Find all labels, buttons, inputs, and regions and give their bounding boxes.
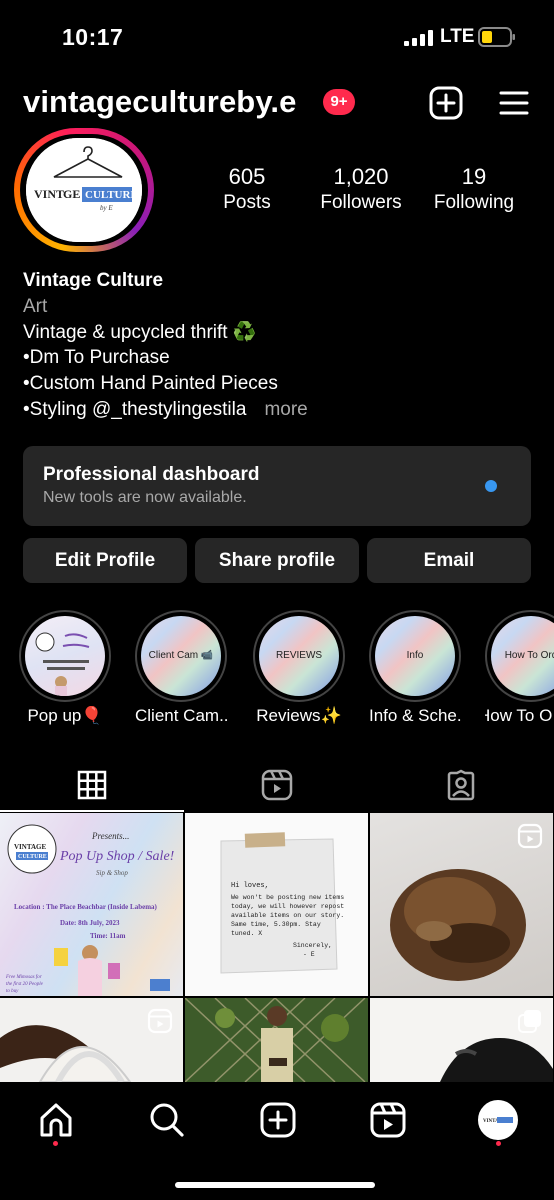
- flyer-location: Location : The Place Beachbar (Inside La…: [14, 903, 158, 911]
- vintage-culture-logo: VINT GE CULTURE by E: [26, 138, 142, 242]
- network-label: LTE: [440, 26, 475, 47]
- highlight-client-cam[interactable]: Client Cam 📹 Client Cam...: [135, 610, 227, 726]
- edit-profile-button[interactable]: Edit Profile: [23, 538, 187, 583]
- followers-count[interactable]: 1,020 Followers: [312, 164, 410, 214]
- profile-avatar[interactable]: VINT GE CULTURE by E: [14, 128, 154, 256]
- svg-text:GE: GE: [63, 187, 80, 201]
- profile-category: Art: [23, 295, 48, 317]
- svg-text:today, we will however repost: today, we will however repost: [231, 903, 344, 910]
- svg-text:- E: - E: [303, 951, 315, 958]
- flyer-time: Time: 11am: [90, 932, 126, 940]
- post-fur-hat-reel[interactable]: [370, 813, 553, 996]
- display-name: Vintage Culture: [23, 270, 164, 291]
- profile-bio: Vintage Culture Art Vintage & upcycled t…: [23, 268, 533, 423]
- username-switcher[interactable]: vintagecultureby.e: [23, 84, 296, 120]
- signal-icon: [404, 30, 433, 46]
- highlight-label: Reviews✨: [256, 706, 342, 725]
- svg-text:the first 20 People: the first 20 People: [6, 982, 44, 987]
- tab-tagged[interactable]: [369, 760, 553, 810]
- post-model-photo[interactable]: [185, 998, 368, 1082]
- svg-text:VINT: VINT: [34, 187, 64, 201]
- new-post-icon[interactable]: [258, 1100, 298, 1140]
- highlight-label: Client Cam...: [135, 706, 227, 725]
- highlight-cover: [35, 632, 90, 696]
- highlight-how-to-order[interactable]: How To Ord How To O: [485, 610, 554, 726]
- svg-text:CULTURE: CULTURE: [18, 854, 47, 860]
- profile-header: vintagecultureby.e 9+: [0, 82, 554, 126]
- svg-text:VINTAGE: VINTAGE: [14, 843, 46, 851]
- post-bag-reel[interactable]: [0, 998, 183, 1082]
- reel-badge-icon: [517, 823, 543, 849]
- profile-nav-avatar[interactable]: VINTAGE: [478, 1100, 518, 1140]
- profile-activity-dot: [496, 1141, 501, 1146]
- svg-text:tuned. X: tuned. X: [231, 930, 262, 937]
- reels-nav-icon[interactable]: [368, 1100, 408, 1140]
- active-tab-indicator: [0, 810, 184, 812]
- search-icon[interactable]: [147, 1100, 187, 1140]
- following-count[interactable]: 19 Following: [428, 164, 520, 214]
- post-handbag-carousel[interactable]: [370, 998, 553, 1082]
- dashboard-subtitle: New tools are now available.: [43, 489, 247, 506]
- flyer-subtitle: Sip & Shop: [96, 869, 128, 877]
- svg-text:Hi loves,: Hi loves,: [231, 882, 269, 890]
- svg-text:Free Mimosas for: Free Mimosas for: [5, 975, 42, 980]
- highlight-cover-text: REVIEWS: [275, 650, 323, 661]
- avatar-logo: VINT GE CULTURE by E: [26, 138, 142, 242]
- highlight-popup[interactable]: Pop up🎈: [19, 610, 111, 726]
- post-image: [185, 998, 368, 1082]
- svg-text:CULTURE: CULTURE: [85, 189, 138, 201]
- reels-icon: [261, 769, 293, 801]
- bio-line: •Dm To Purchase: [23, 347, 170, 369]
- tagged-person-icon: [447, 769, 475, 801]
- flyer-title: Pop Up Shop / Sale!: [59, 849, 175, 864]
- notification-badge[interactable]: 9+: [323, 89, 355, 115]
- profile-avatar-mini: VINTAGE: [483, 1117, 513, 1124]
- home-icon[interactable]: [36, 1100, 76, 1140]
- home-activity-dot: [53, 1141, 58, 1146]
- battery-icon: [478, 27, 515, 47]
- create-icon[interactable]: [429, 86, 463, 120]
- status-time: 10:17: [62, 24, 124, 50]
- carousel-badge-icon: [518, 1010, 541, 1033]
- post-announcement-note[interactable]: Hi loves, We won't be posting new items …: [185, 813, 368, 996]
- highlight-label: Pop up🎈: [27, 706, 103, 725]
- highlight-cover-text: Client Cam 📹: [148, 650, 214, 661]
- email-button[interactable]: Email: [367, 538, 531, 583]
- menu-icon[interactable]: [499, 88, 529, 118]
- status-bar: 10:17 LTE: [0, 0, 554, 70]
- highlight-cover-text: Info: [406, 650, 424, 661]
- grid-icon: [77, 770, 107, 800]
- highlight-reviews[interactable]: REVIEWS Reviews✨: [253, 610, 345, 726]
- post-image: VINTAGE CULTURE Presents... Pop Up Shop …: [5, 824, 175, 996]
- bio-more-link[interactable]: more: [264, 399, 307, 420]
- flyer-presents: Presents...: [91, 831, 129, 841]
- reel-badge-icon: [147, 1008, 173, 1034]
- post-image: Hi loves, We won't be posting new items …: [185, 813, 368, 996]
- dashboard-title: Professional dashboard: [43, 464, 260, 485]
- post-popup-flyer[interactable]: VINTAGE CULTURE Presents... Pop Up Shop …: [0, 813, 183, 996]
- highlight-cover-text: How To Ord: [504, 650, 554, 661]
- posts-count[interactable]: 605 Posts: [210, 164, 284, 214]
- bio-line: •Custom Hand Painted Pieces: [23, 373, 278, 395]
- svg-text:Same time, 5.30pm. Stay: Same time, 5.30pm. Stay: [231, 921, 321, 928]
- svg-text:Sincerely,: Sincerely,: [293, 942, 332, 949]
- flyer-date: Date: 8th July, 2023: [60, 919, 120, 927]
- highlight-label: Info & Sche...: [369, 706, 461, 725]
- bio-line: Vintage & upcycled thrift ♻️: [23, 321, 257, 343]
- share-profile-button[interactable]: Share profile: [195, 538, 359, 583]
- home-indicator-bar[interactable]: [175, 1182, 375, 1188]
- svg-text:by E: by E: [100, 204, 113, 212]
- new-indicator-dot: [485, 480, 497, 492]
- highlight-label: How To O: [485, 706, 553, 725]
- tab-posts-grid[interactable]: [0, 760, 184, 810]
- svg-text:to buy: to buy: [6, 989, 19, 994]
- highlight-info[interactable]: Info Info & Sche...: [369, 610, 461, 726]
- svg-text:We won't be posting new items: We won't be posting new items: [231, 894, 344, 901]
- bio-line: •Styling @_thestylingestila: [23, 398, 247, 420]
- tab-reels[interactable]: [185, 760, 369, 810]
- svg-text:available items on our story.: available items on our story.: [231, 912, 344, 919]
- professional-dashboard[interactable]: Professional dashboard New tools are now…: [23, 446, 531, 526]
